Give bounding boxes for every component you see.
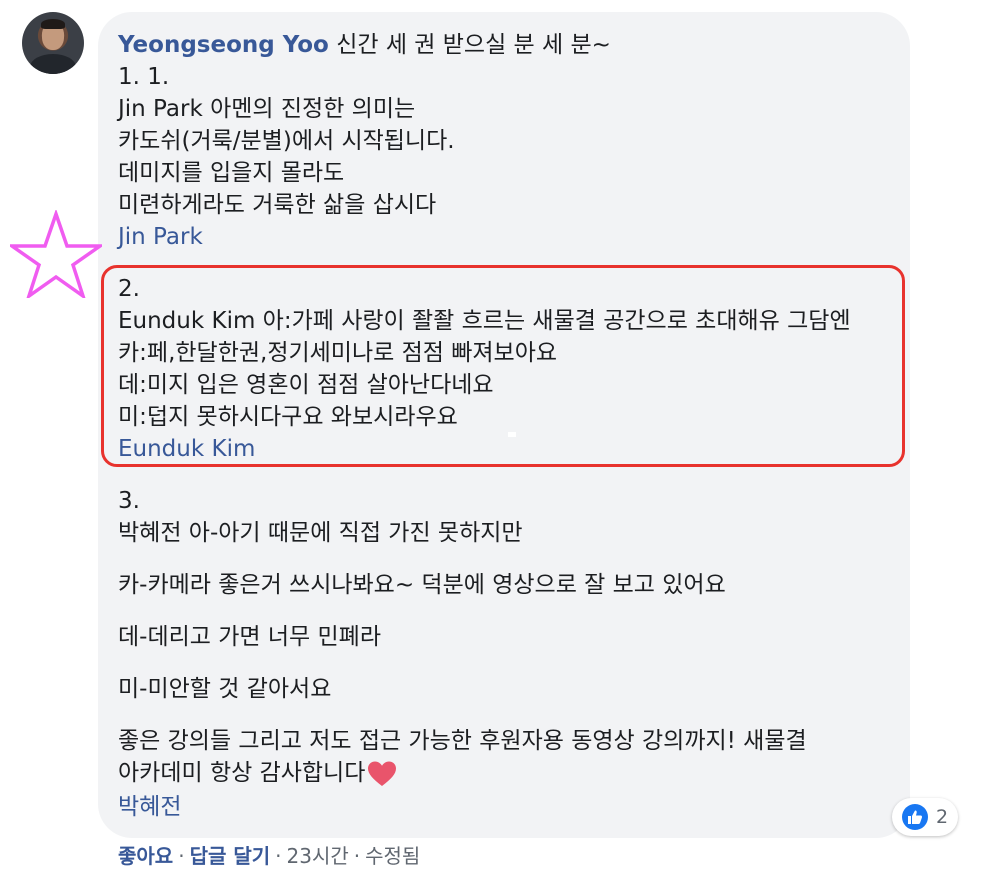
comment-line: 미:덥지 못하시다구요 와보시라우요 <box>118 404 458 430</box>
comment-line: 미련하게라도 거룩한 삶을 삽시다 <box>118 192 437 218</box>
mention-link-jin-park[interactable]: Jin Park <box>118 222 203 252</box>
separator-dot: · <box>353 844 361 868</box>
comment-line: 데:미지 입은 영혼이 점점 살아난다네요 <box>118 372 494 398</box>
reply-button[interactable]: 답글 달기 <box>190 844 271 868</box>
comment-line: 카도쉬(거룩/분별)에서 시작됩니다. <box>118 128 455 154</box>
comment-timestamp[interactable]: 23시간 <box>287 844 349 868</box>
comment-line-text: 아카데미 항상 감사합니다 <box>118 760 366 786</box>
separator-dot: · <box>178 844 185 868</box>
author-name-link[interactable]: Yeongseong Yoo <box>118 32 329 58</box>
author-avatar[interactable] <box>22 12 84 74</box>
reaction-summary[interactable]: 2 <box>892 798 958 836</box>
comment-line: Eunduk Kim 아:가페 사랑이 좔좔 흐르는 새물결 공간으로 초대해유… <box>118 308 851 334</box>
comment-last-line: 아카데미 항상 감사합니다 <box>118 758 397 788</box>
comment-line: 카-카메라 좋은거 쓰시나봐요~ 덕분에 영상으로 잘 보고 있어요 <box>118 572 726 598</box>
reaction-count: 2 <box>935 806 949 828</box>
white-mark <box>508 432 516 437</box>
mention-link-eunduk-kim[interactable]: Eunduk Kim <box>118 434 255 464</box>
comment-line: 2. <box>118 276 140 302</box>
comment-actions: 좋아요 · 답글 달기 · 23시간 · 수정됨 <box>118 843 420 869</box>
comment-line: Jin Park 아멘의 진정한 의미는 <box>118 96 416 122</box>
comment-first-text: 신간 세 권 받으실 분 세 분~ <box>336 32 611 58</box>
comment-line: 1. 1. <box>118 64 170 90</box>
star-icon <box>10 210 102 298</box>
comment-header-line: Yeongseong Yoo 신간 세 권 받으실 분 세 분~ <box>118 30 611 60</box>
comment-line: 3. <box>118 488 140 514</box>
comment-line: 박혜전 아-아기 때문에 직접 가진 못하지만 <box>118 520 523 546</box>
comment-line: 미-미안할 것 같아서요 <box>118 676 332 702</box>
separator-dot: · <box>275 844 282 868</box>
comment-line: 데-데리고 가면 너무 민폐라 <box>118 624 381 650</box>
like-button[interactable]: 좋아요 <box>118 844 173 868</box>
edited-label[interactable]: 수정됨 <box>365 844 420 868</box>
comment-line: 데미지를 입을지 몰라도 <box>118 160 345 186</box>
comment-line: 좋은 강의들 그리고 저도 접근 가능한 후원자용 동영상 강의까지! 새물결 <box>118 728 807 754</box>
comment-line: 카:페,한달한권,정기세미나로 점점 빠져보아요 <box>118 340 558 366</box>
mention-link-park-hyejeon[interactable]: 박혜전 <box>118 792 181 822</box>
like-thumb-icon <box>901 804 928 830</box>
heart-icon <box>368 761 397 786</box>
